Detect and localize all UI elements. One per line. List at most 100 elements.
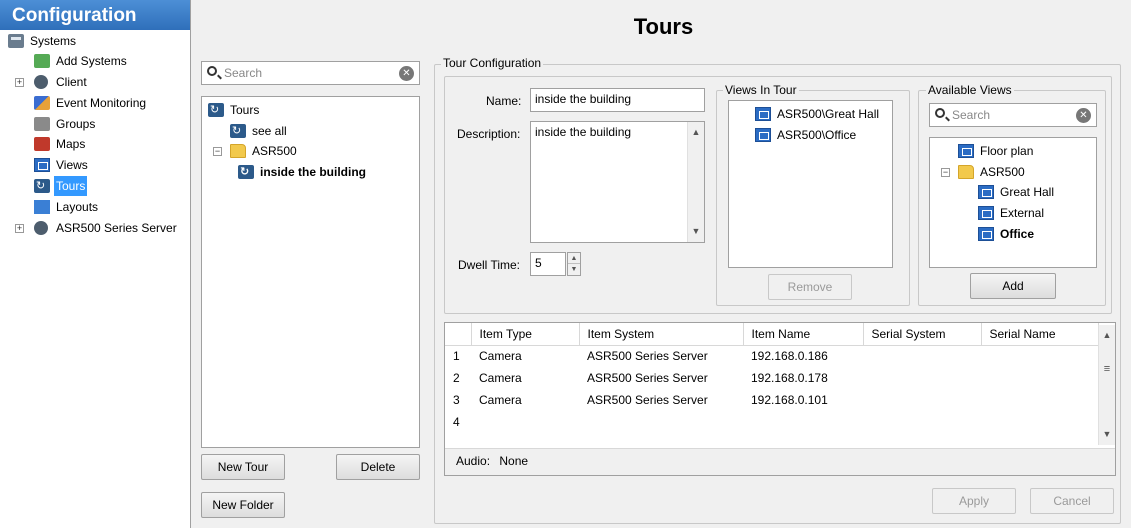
views-in-tour-label: Views In Tour <box>723 83 799 97</box>
event-monitoring-icon <box>34 96 50 110</box>
view-icon <box>978 227 994 241</box>
column-header-item-system[interactable]: Item System <box>579 323 744 346</box>
audio-label: Audio: <box>456 454 491 468</box>
serial-system-cell <box>863 345 981 367</box>
groups-icon <box>34 117 50 131</box>
server-icon <box>34 221 48 235</box>
apply-button[interactable]: Apply <box>932 488 1016 514</box>
item-name-cell: 192.168.0.186 <box>751 349 828 364</box>
item-system-cell: ASR500 Series Server <box>587 349 708 364</box>
row-number: 1 <box>453 349 460 364</box>
table-row[interactable]: 2 Camera ASR500 Series Server 192.168.0.… <box>445 367 1099 389</box>
column-header-item-type[interactable]: Item Type <box>471 323 580 346</box>
item-system-cell: ASR500 Series Server <box>587 371 708 385</box>
add-systems-icon <box>34 54 50 68</box>
scroll-up-icon[interactable]: ▲ <box>688 124 704 141</box>
tour-icon <box>208 100 224 120</box>
delete-button[interactable]: Delete <box>336 454 420 480</box>
view-icon <box>34 158 50 172</box>
item-type-cell: Camera <box>479 393 522 407</box>
systems-icon <box>8 34 24 48</box>
expand-client-icon[interactable]: + <box>15 78 24 87</box>
sidebar-header: Configuration <box>0 0 190 30</box>
tour-configuration-label: Tour Configuration <box>441 56 544 70</box>
item-type-cell <box>471 411 579 433</box>
gear-icon <box>34 75 48 89</box>
items-grid: Item Type Item System Item Name Serial S… <box>445 323 1099 433</box>
expand-server-icon[interactable]: + <box>15 224 24 233</box>
tours-search-box[interactable]: ✕ <box>201 61 420 85</box>
description-scrollbar[interactable]: ▲ ▼ <box>687 122 704 242</box>
collapse-asr500-icon[interactable]: − <box>213 147 222 156</box>
item-type-cell: Camera <box>479 349 522 364</box>
item-system-cell: ASR500 Series Server <box>587 393 708 407</box>
scroll-thumb-grip-icon[interactable]: ≡ <box>1099 361 1115 378</box>
column-header-item-name[interactable]: Item Name <box>743 323 864 346</box>
decrement-icon[interactable]: ▼ <box>568 264 580 275</box>
audio-value: None <box>499 454 529 468</box>
view-icon <box>978 206 994 220</box>
serial-system-cell <box>863 367 981 389</box>
serial-name-cell <box>981 345 1099 367</box>
increment-icon[interactable]: ▲ <box>568 253 580 264</box>
item-system-cell <box>579 411 743 433</box>
cancel-button[interactable]: Cancel <box>1030 488 1114 514</box>
serial-system-cell <box>863 389 981 411</box>
tour-items-table: Item Type Item System Item Name Serial S… <box>444 322 1116 476</box>
view-icon <box>958 144 974 158</box>
folder-icon <box>230 144 246 158</box>
item-type-cell: Camera <box>479 371 522 385</box>
row-number-header <box>445 323 472 346</box>
column-header-serial-name[interactable]: Serial Name <box>981 323 1099 346</box>
search-icon <box>207 66 217 76</box>
scroll-down-icon[interactable]: ▼ <box>688 223 704 240</box>
search-icon <box>935 108 945 118</box>
name-label: Name: <box>486 94 522 108</box>
description-field[interactable]: inside the building ▲ ▼ <box>530 121 705 243</box>
tour-icon <box>238 162 254 182</box>
tours-tree: Tours see all − ASR500 inside the buildi… <box>201 96 420 448</box>
row-number: 2 <box>453 371 460 385</box>
page-title: Tours <box>633 14 694 39</box>
collapse-asr500-icon[interactable]: − <box>941 168 950 177</box>
available-views-label: Available Views <box>926 83 1014 97</box>
dwell-time-spinner[interactable]: ▲ ▼ <box>567 252 581 276</box>
table-scrollbar[interactable]: ▲ ≡ ▼ <box>1098 325 1115 445</box>
scroll-down-icon[interactable]: ▼ <box>1099 426 1115 443</box>
available-views-search-box[interactable]: ✕ <box>929 103 1097 127</box>
serial-system-cell <box>863 411 981 433</box>
serial-name-cell <box>981 389 1099 411</box>
table-row[interactable]: 1 Camera ASR500 Series Server 192.168.0.… <box>445 345 1099 367</box>
view-icon <box>755 128 771 142</box>
remove-button[interactable]: Remove <box>768 274 852 300</box>
item-name-cell: 192.168.0.178 <box>751 371 828 385</box>
new-folder-button[interactable]: New Folder <box>201 492 285 518</box>
column-header-serial-system[interactable]: Serial System <box>863 323 982 346</box>
item-name-cell: 192.168.0.101 <box>751 393 828 407</box>
tours-search-input[interactable] <box>222 65 396 81</box>
view-icon <box>755 107 771 121</box>
configuration-sidebar: Configuration Systems Add Systems + Clie… <box>0 0 191 528</box>
layout-icon <box>34 200 50 214</box>
name-field[interactable]: inside the building <box>530 88 705 112</box>
new-tour-button[interactable]: New Tour <box>201 454 285 480</box>
serial-name-cell <box>981 367 1099 389</box>
audio-row: Audio: None <box>445 448 1115 475</box>
row-number: 4 <box>453 415 460 429</box>
available-views-tree: Floor plan − ASR500 Great Hall External … <box>929 137 1097 268</box>
add-button[interactable]: Add <box>970 273 1056 299</box>
dwell-time-label: Dwell Time: <box>458 258 521 272</box>
scroll-up-icon[interactable]: ▲ <box>1099 327 1115 344</box>
available-views-search-input[interactable] <box>950 107 1083 123</box>
folder-icon <box>958 165 974 179</box>
table-header-row: Item Type Item System Item Name Serial S… <box>445 323 1099 346</box>
serial-name-cell <box>981 411 1099 433</box>
row-number: 3 <box>453 393 460 407</box>
views-in-tour-list: ASR500\Great Hall ASR500\Office <box>728 100 893 268</box>
clear-search-icon[interactable]: ✕ <box>399 66 414 81</box>
clear-search-icon[interactable]: ✕ <box>1076 108 1091 123</box>
dwell-time-field[interactable]: 5 <box>530 252 566 276</box>
table-row[interactable]: 3 Camera ASR500 Series Server 192.168.0.… <box>445 389 1099 411</box>
table-row[interactable]: 4 <box>445 411 1099 433</box>
description-text: inside the building <box>535 125 632 139</box>
